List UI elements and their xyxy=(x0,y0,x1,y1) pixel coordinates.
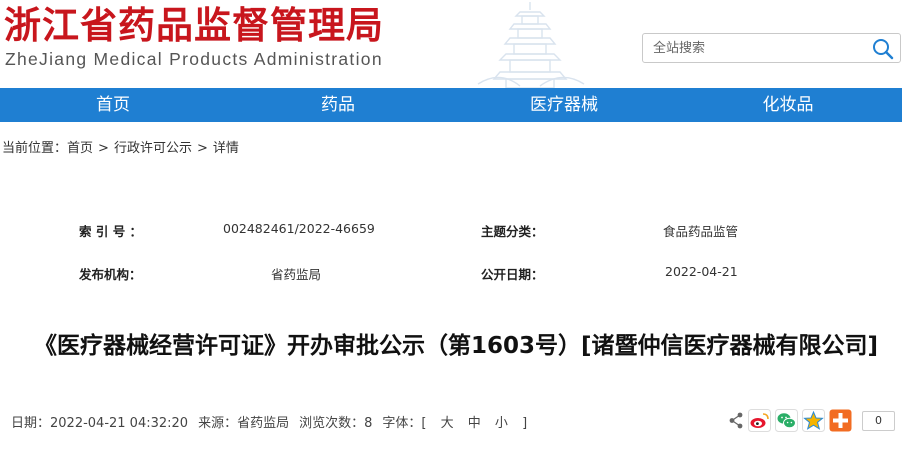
article-title: 《医疗器械经营许可证》开办审批公示（第1603号）[诸暨仲信医疗器械有限公司] xyxy=(33,333,879,359)
pagoda-watermark xyxy=(477,2,585,88)
meta-date-label: 公开日期： xyxy=(481,267,544,282)
meta-index-value: 002482461/2022-46659 xyxy=(223,221,375,236)
search-input[interactable] xyxy=(643,34,868,62)
meta-topic-value: 食品药品监管 xyxy=(663,224,739,239)
article-views: 浏览次数：8 xyxy=(299,416,373,431)
nav-item-cosmetics[interactable]: 化妆品 xyxy=(730,88,846,122)
nav-item-home[interactable]: 首页 xyxy=(55,88,171,122)
font-medium-link[interactable]: 中 xyxy=(468,416,481,431)
share-count: 0 xyxy=(862,411,895,431)
font-size-suffix: ] xyxy=(522,416,528,431)
article-info: 日期：2022-04-21 04:32:20 来源：省药监局 浏览次数：8 字体：[ … xyxy=(11,412,537,431)
font-large-link[interactable]: 大 xyxy=(441,416,454,431)
nav-item-devices[interactable]: 医疗器械 xyxy=(506,88,622,122)
main-nav: 首页 药品 医疗器械 化妆品 xyxy=(0,88,902,122)
font-size-prefix: 字体：[ xyxy=(382,416,427,431)
meta-topic-label: 主题分类： xyxy=(481,224,544,239)
breadcrumb: 当前位置：首页 > 行政许可公示 > 详情 xyxy=(2,137,239,156)
search-box xyxy=(642,33,901,63)
site-logo-english: ZheJiang Medical Products Administration xyxy=(5,49,383,69)
font-small-link[interactable]: 小 xyxy=(495,416,508,431)
breadcrumb-separator: > xyxy=(196,141,208,156)
breadcrumb-admin-license[interactable]: 行政许可公示 xyxy=(114,141,192,156)
meta-index-label: 索 引 号 ： xyxy=(79,224,143,239)
breadcrumb-prefix: 当前位置： xyxy=(2,141,68,156)
more-icon[interactable] xyxy=(829,409,852,432)
share-icon[interactable] xyxy=(728,409,744,432)
meta-publisher-value: 省药监局 xyxy=(271,267,322,282)
qzone-icon[interactable] xyxy=(802,409,825,432)
wechat-icon[interactable] xyxy=(775,409,798,432)
weibo-icon[interactable] xyxy=(748,409,771,432)
breadcrumb-separator: > xyxy=(98,141,109,156)
article-source: 来源：省药监局 xyxy=(198,416,290,431)
meta-date-value: 2022-04-21 xyxy=(665,264,738,279)
article-date: 日期：2022-04-21 04:32:20 xyxy=(11,416,189,431)
breadcrumb-current: 详情 xyxy=(212,141,239,156)
search-icon[interactable] xyxy=(872,38,894,60)
site-logo-chinese[interactable]: 浙江省药品监督管理局 xyxy=(4,2,384,48)
font-size-control: 字体：[ 大 中 小 ] xyxy=(382,416,537,431)
site-header: 浙江省药品监督管理局 ZheJiang Medical Products Adm… xyxy=(0,0,902,88)
breadcrumb-home[interactable]: 首页 xyxy=(67,141,93,156)
meta-publisher-label: 发布机构： xyxy=(79,267,142,282)
nav-item-drugs[interactable]: 药品 xyxy=(280,88,396,122)
